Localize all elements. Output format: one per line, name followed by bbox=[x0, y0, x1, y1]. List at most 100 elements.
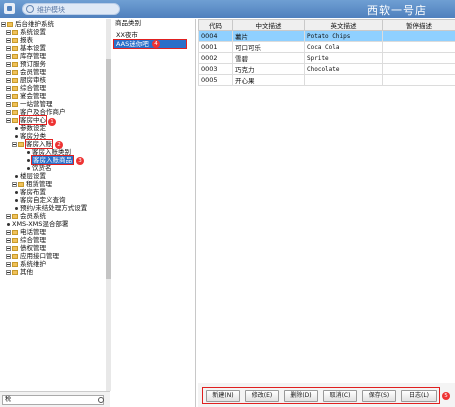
tree-item[interactable]: 其他 bbox=[6, 268, 33, 276]
column-header-cn[interactable]: 中文描述 bbox=[232, 19, 305, 31]
cell-cn[interactable]: 可口可乐 bbox=[232, 41, 305, 53]
tree-item[interactable]: 饮货名 bbox=[26, 164, 52, 172]
tree-item-root[interactable]: 后台维护系统 bbox=[1, 20, 54, 28]
expand-icon[interactable] bbox=[6, 85, 11, 91]
tree-item[interactable]: 厨房审核 bbox=[6, 76, 46, 84]
tree-item[interactable]: 应用接口管理 bbox=[6, 252, 59, 260]
cell-pause[interactable] bbox=[382, 52, 455, 64]
table-row[interactable]: 0004 薯片 Potato Chips bbox=[198, 30, 455, 42]
expand-icon[interactable] bbox=[6, 45, 11, 51]
cell-cn[interactable]: 雪碧 bbox=[232, 52, 305, 64]
expand-icon[interactable] bbox=[6, 69, 11, 75]
tree-item[interactable]: 客房布置 bbox=[14, 188, 46, 196]
search-icon[interactable] bbox=[26, 5, 34, 13]
tree-item[interactable]: 库存管理 bbox=[6, 52, 46, 60]
expand-icon[interactable] bbox=[6, 93, 11, 99]
tree-item[interactable]: 楼层设置 bbox=[14, 172, 46, 180]
cell-cn[interactable]: 巧克力 bbox=[232, 63, 305, 75]
tree-item[interactable]: 客户及合作商户 bbox=[6, 108, 66, 116]
cell-en[interactable]: Chocolate bbox=[304, 63, 383, 75]
expand-icon[interactable] bbox=[12, 181, 17, 187]
tree-item[interactable]: 预约/未结处理方式设置 bbox=[14, 204, 87, 212]
tree-item[interactable]: 基本设置 bbox=[6, 44, 46, 52]
scrollbar-thumb[interactable] bbox=[106, 59, 111, 279]
collapse-icon[interactable] bbox=[12, 141, 17, 147]
edit-button[interactable]: 修改(E) bbox=[245, 390, 279, 402]
tree-item[interactable]: 系统设置 bbox=[6, 28, 46, 36]
table-row[interactable]: 0005 开心果 bbox=[198, 74, 455, 86]
module-search-box[interactable]: 维护模块 bbox=[22, 3, 120, 15]
expand-icon[interactable] bbox=[6, 77, 11, 83]
tree-item[interactable]: XMS-XMS混合部署 bbox=[6, 220, 68, 228]
column-header-code[interactable]: 代码 bbox=[198, 19, 233, 31]
folder-icon bbox=[12, 61, 18, 67]
expand-icon[interactable] bbox=[6, 53, 11, 59]
tree-item[interactable]: 报表 bbox=[6, 36, 33, 44]
table-row[interactable]: 0001 可口可乐 Coca Cola bbox=[198, 41, 455, 53]
cell-en[interactable]: Sprite bbox=[304, 52, 383, 64]
tree-item[interactable]: 租赁管理 bbox=[12, 180, 52, 188]
cell-code[interactable]: 0002 bbox=[198, 52, 233, 64]
expand-icon[interactable] bbox=[6, 237, 11, 243]
save-button[interactable]: 保存(S) bbox=[362, 390, 396, 402]
tree-item[interactable]: 客房自定义查询 bbox=[14, 196, 66, 204]
expand-icon[interactable] bbox=[6, 29, 11, 35]
tree-item[interactable]: 系统维护 bbox=[6, 260, 46, 268]
tree-item-room-posting[interactable]: 客房入账 bbox=[12, 139, 53, 149]
expand-icon[interactable] bbox=[6, 261, 11, 267]
cell-code[interactable]: 0005 bbox=[198, 74, 233, 86]
tree-item[interactable]: 综合管理 bbox=[6, 236, 46, 244]
table-row[interactable]: 0002 雪碧 Sprite bbox=[198, 52, 455, 64]
expand-icon[interactable] bbox=[6, 37, 11, 43]
collapse-icon[interactable] bbox=[6, 117, 11, 123]
expand-icon[interactable] bbox=[6, 213, 11, 219]
log-button[interactable]: 日志(L) bbox=[401, 390, 437, 402]
cell-code[interactable]: 0001 bbox=[198, 41, 233, 53]
search-icon[interactable] bbox=[98, 397, 104, 403]
expand-icon[interactable] bbox=[6, 269, 11, 275]
tree-item[interactable]: 客房入账类别 bbox=[26, 148, 71, 156]
cell-pause[interactable] bbox=[382, 74, 455, 86]
category-item[interactable]: XX夜市 bbox=[114, 31, 138, 39]
expand-icon[interactable] bbox=[6, 253, 11, 259]
tree-item[interactable]: 客房分类 bbox=[14, 132, 46, 140]
tree-item[interactable]: 会员系统 bbox=[6, 212, 46, 220]
category-item-selected[interactable]: AAS迷你吧 bbox=[113, 39, 187, 49]
collapse-icon[interactable] bbox=[1, 21, 6, 27]
tree-filter-input[interactable]: 税 bbox=[2, 395, 104, 405]
expand-icon[interactable] bbox=[6, 109, 11, 115]
cell-code[interactable]: 0003 bbox=[198, 63, 233, 75]
cell-code[interactable]: 0004 bbox=[198, 30, 233, 42]
expand-icon[interactable] bbox=[6, 245, 11, 251]
tree-item[interactable]: 一站营管理 bbox=[6, 100, 53, 108]
expand-icon[interactable] bbox=[6, 229, 11, 235]
tree-item[interactable]: 综合管理 bbox=[6, 84, 46, 92]
cell-pause[interactable] bbox=[382, 63, 455, 75]
cell-cn[interactable]: 薯片 bbox=[232, 30, 305, 42]
table-row[interactable]: 0003 巧克力 Chocolate bbox=[198, 63, 455, 75]
tree-item[interactable]: 参数设定 bbox=[14, 124, 46, 132]
column-header-en[interactable]: 英文描述 bbox=[304, 19, 383, 31]
folder-icon bbox=[12, 117, 18, 123]
cell-pause[interactable] bbox=[382, 30, 455, 42]
tree-item-room-posting-goods[interactable]: 客房入账商品 bbox=[26, 155, 74, 165]
cancel-button[interactable]: 取消(C) bbox=[323, 390, 357, 402]
tree-item[interactable]: 电话管理 bbox=[6, 228, 46, 236]
tree-item[interactable]: 债权管理 bbox=[6, 244, 46, 252]
cell-en[interactable] bbox=[304, 74, 383, 86]
cell-cn[interactable]: 开心果 bbox=[232, 74, 305, 86]
tree-item-room-center[interactable]: 客房中心 bbox=[6, 115, 47, 125]
tree-scrollbar[interactable] bbox=[106, 19, 111, 391]
delete-button[interactable]: 删除(D) bbox=[284, 390, 318, 402]
tree-item[interactable]: 宴会管理 bbox=[6, 92, 46, 100]
bullet-icon bbox=[15, 190, 18, 194]
cell-en[interactable]: Coca Cola bbox=[304, 41, 383, 53]
tree-item[interactable]: 会员管理 bbox=[6, 68, 46, 76]
cell-en[interactable]: Potato Chips bbox=[304, 30, 383, 42]
expand-icon[interactable] bbox=[6, 101, 11, 107]
new-button[interactable]: 新建(N) bbox=[206, 390, 240, 402]
cell-pause[interactable] bbox=[382, 41, 455, 53]
tree-item[interactable]: 预订服务 bbox=[6, 60, 46, 68]
expand-icon[interactable] bbox=[6, 61, 11, 67]
column-header-pause[interactable]: 暂停描述 bbox=[382, 19, 455, 31]
